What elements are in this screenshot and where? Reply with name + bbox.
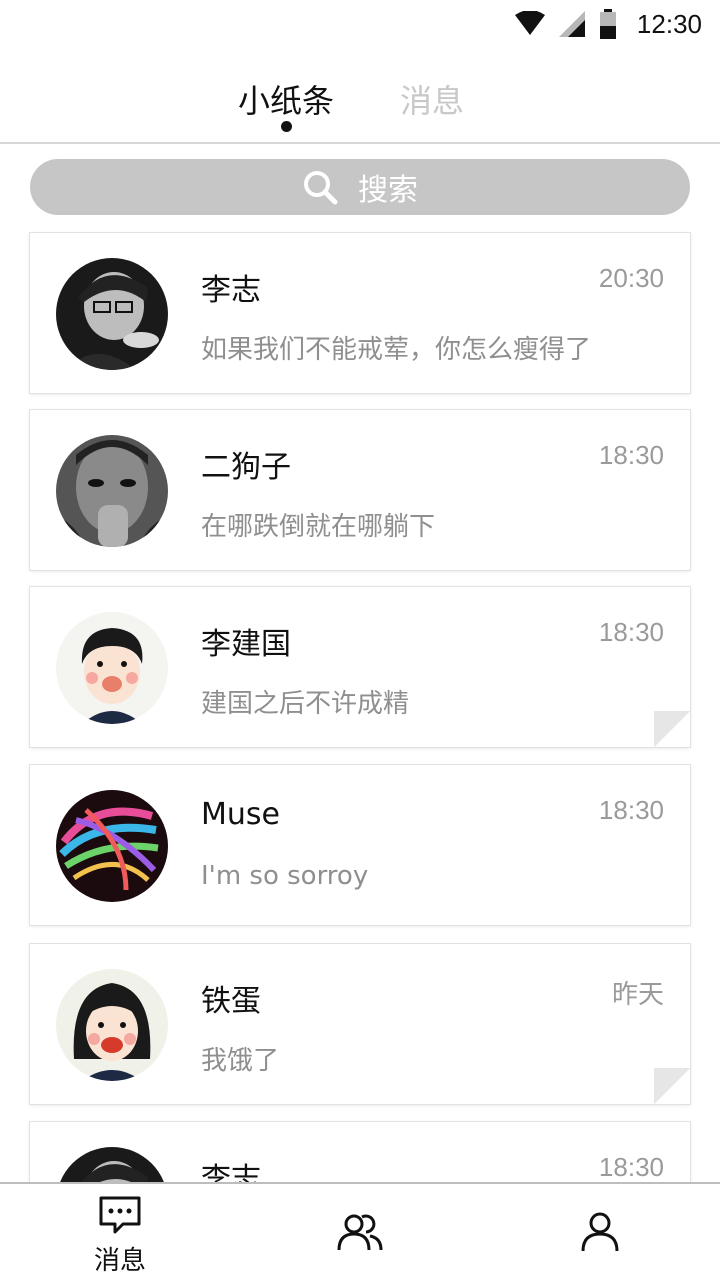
status-time: 12:30 [636, 8, 702, 39]
nav-contacts[interactable] [300, 1184, 420, 1280]
message-time: 20:30 [598, 263, 664, 293]
message-preview: I'm so sorroy [201, 861, 369, 891]
search-icon [304, 171, 338, 205]
header-divider [0, 142, 720, 144]
message-preview: 在哪跌倒就在哪躺下 [201, 512, 436, 542]
tab-messages[interactable]: 消息 [400, 76, 464, 122]
conversation-card[interactable]: 李建国 18:30 建国之后不许成精 [30, 587, 690, 747]
nav-profile[interactable] [540, 1184, 660, 1280]
contact-name: 李志 [201, 273, 261, 308]
message-time: 18:30 [598, 795, 664, 825]
conversation-card[interactable]: Muse 18:30 I'm so sorroy [30, 765, 690, 925]
colorful-fibers-avatar[interactable] [56, 790, 168, 902]
cartoon-boy-avatar[interactable] [56, 612, 168, 724]
person-icon [581, 1212, 619, 1252]
message-time: 18:30 [598, 617, 664, 647]
man-hand-face-bw-avatar[interactable] [56, 435, 168, 547]
top-tabs: 小纸条 消息 [0, 70, 720, 142]
cartoon-girl-avatar[interactable] [56, 969, 168, 1081]
man-glasses-bw-avatar[interactable] [56, 258, 168, 370]
message-time: 昨天 [611, 979, 664, 1009]
message-time: 18:30 [598, 440, 664, 470]
contact-name: 李建国 [201, 627, 291, 662]
page-curl [654, 1068, 690, 1104]
message-preview: 建国之后不许成精 [201, 689, 410, 719]
chat-bubble-icon [99, 1196, 141, 1234]
message-preview: 如果我们不能戒荤，你怎么瘦得了 [201, 335, 592, 365]
page-curl [654, 711, 690, 747]
nav-messages[interactable]: 消息 [60, 1184, 180, 1280]
search-bar[interactable]: 搜索 [30, 159, 690, 215]
battery-icon [599, 9, 616, 39]
search-label: 搜索 [358, 173, 418, 208]
conversation-card[interactable]: 二狗子 18:30 在哪跌倒就在哪躺下 [30, 410, 690, 570]
conversation-card[interactable]: 李志 20:30 如果我们不能戒荤，你怎么瘦得了 [30, 233, 690, 393]
cell-signal-icon [558, 11, 585, 37]
contact-name: Muse [201, 797, 280, 832]
message-time: 18:30 [598, 1152, 664, 1182]
status-icons: 12:30 [514, 8, 702, 40]
nav-messages-label: 消息 [93, 1246, 146, 1276]
wifi-icon [514, 11, 545, 35]
active-tab-indicator [281, 121, 292, 132]
tab-notes[interactable]: 小纸条 [238, 76, 334, 122]
contacts-icon [337, 1214, 383, 1251]
bottom-nav: 消息 [0, 1182, 720, 1280]
contact-name: 铁蛋 [201, 984, 261, 1019]
contact-name: 二狗子 [201, 450, 291, 485]
conversation-card[interactable]: 铁蛋 昨天 我饿了 [30, 944, 690, 1104]
status-bar: 12:30 [0, 0, 720, 48]
message-preview: 我饿了 [201, 1046, 280, 1076]
